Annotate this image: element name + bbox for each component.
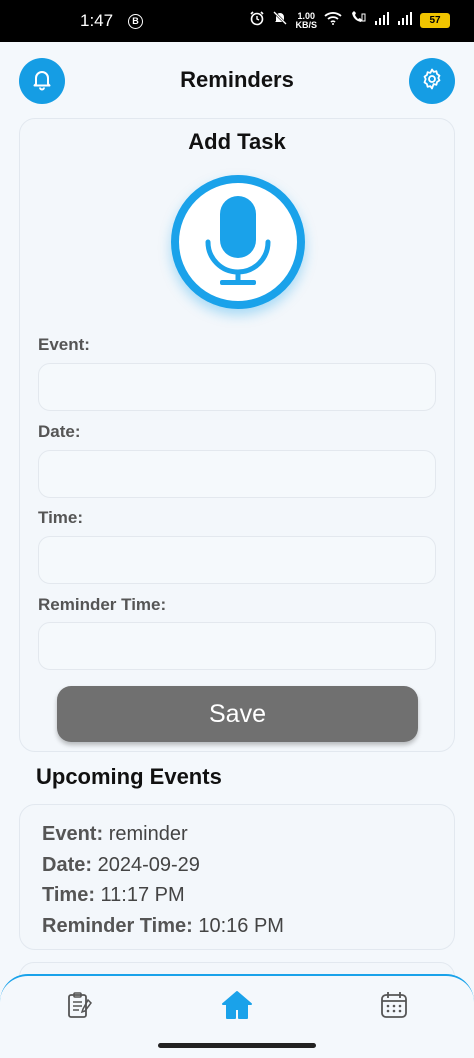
time-key: Time:	[42, 884, 95, 906]
b-badge-icon: B	[128, 14, 143, 29]
alarm-icon	[249, 10, 265, 31]
status-bar: 1:47 B 1.00 KB/S 57	[0, 0, 474, 42]
app-header: Reminders	[0, 58, 474, 104]
event-value: reminder	[108, 823, 188, 845]
time-input[interactable]	[38, 536, 436, 584]
event-row: Event: reminder	[42, 819, 454, 850]
net-speed: 1.00 KB/S	[295, 11, 317, 30]
date-label: Date:	[38, 422, 81, 441]
microphone-icon	[198, 190, 278, 295]
nav-home-button[interactable]	[220, 990, 254, 1024]
gear-icon	[420, 67, 444, 96]
time-label: Time:	[38, 508, 84, 527]
calendar-icon	[379, 990, 409, 1025]
reminder-time-value: 10:16 PM	[198, 914, 284, 937]
date-value: 2024-09-29	[97, 853, 200, 876]
home-icon	[220, 989, 254, 1026]
page-title: Reminders	[180, 67, 294, 92]
reminder-time-row: Reminder Time: 10:16 PM	[42, 911, 454, 942]
event-card[interactable]: Event: reminder Date: 2024-09-29 Time: 1…	[19, 804, 455, 950]
nav-tasks-button[interactable]	[63, 990, 97, 1024]
add-task-card: Add Task Event: Date: Time: Reminder Tim…	[19, 118, 455, 752]
reminder-time-input[interactable]	[38, 622, 436, 670]
signal-icon-2	[397, 11, 413, 30]
date-key: Date:	[42, 853, 93, 876]
battery-icon: 57	[420, 13, 450, 28]
date-row: Date: 2024-09-29	[42, 850, 454, 881]
mute-icon	[272, 10, 288, 31]
save-button[interactable]: Save	[57, 686, 418, 742]
wifi-icon	[324, 11, 342, 30]
net-speed-unit: KB/S	[295, 19, 317, 30]
status-icons: 1.00 KB/S 57	[249, 10, 450, 31]
call-icon	[349, 11, 367, 30]
status-time: 1:47	[80, 11, 114, 30]
clipboard-icon	[65, 990, 95, 1025]
event-label: Event:	[38, 335, 90, 354]
date-input[interactable]	[38, 450, 436, 498]
gesture-home-indicator[interactable]	[158, 1043, 316, 1048]
add-task-title: Add Task	[188, 129, 286, 154]
reminder-time-key: Reminder Time:	[42, 914, 193, 937]
event-input[interactable]	[38, 363, 436, 411]
time-row: Time: 11:17 PM	[42, 880, 454, 911]
voice-input-button[interactable]	[171, 175, 305, 309]
signal-icon-1	[374, 11, 390, 30]
settings-button[interactable]	[409, 58, 455, 104]
nav-calendar-button[interactable]	[377, 990, 411, 1024]
upcoming-events-title: Upcoming Events	[36, 764, 222, 789]
event-key: Event:	[42, 823, 104, 845]
time-value: 11:17 PM	[100, 884, 185, 906]
reminder-time-label: Reminder Time:	[38, 595, 167, 614]
